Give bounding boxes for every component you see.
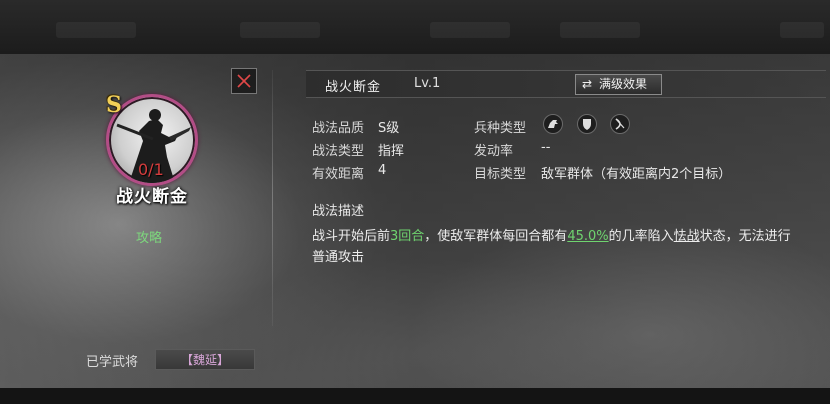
- shield-icon[interactable]: [577, 114, 597, 134]
- grade-badge: S: [106, 92, 122, 118]
- skill-level: Lv.1: [414, 76, 441, 91]
- panel-divider: [272, 70, 273, 326]
- top-nav-bar: [0, 0, 830, 54]
- description-text-2: ，使敌军群体每回合都有: [424, 229, 568, 244]
- target-type-label: 目标类型: [474, 167, 527, 182]
- range-value: 4: [378, 163, 387, 178]
- top-tab-1[interactable]: [56, 22, 136, 38]
- learned-generals-label: 已学武将: [86, 355, 139, 370]
- trigger-rate-label: 发动率: [474, 144, 514, 159]
- swap-arrows-icon: ⇄: [582, 77, 593, 91]
- description-rounds: 3回合: [390, 229, 425, 244]
- skill-description: 战斗开始后前3回合，使敌军群体每回合都有45.0%的几率陷入怯战状态，无法进行普…: [312, 226, 802, 268]
- type-label: 战法类型: [312, 144, 365, 159]
- max-level-effect-button[interactable]: ⇄ 满级效果: [575, 74, 662, 95]
- top-tab-5[interactable]: [780, 22, 824, 38]
- quality-label: 战法品质: [312, 121, 365, 136]
- description-status[interactable]: 怯战: [674, 229, 700, 244]
- top-tab-2[interactable]: [240, 22, 320, 38]
- type-value: 指挥: [378, 144, 405, 159]
- description-title: 战法描述: [312, 204, 365, 219]
- learned-general-name[interactable]: 【魏延】: [165, 351, 245, 368]
- skill-header-strip: [306, 70, 826, 98]
- close-icon: [237, 74, 251, 88]
- top-tab-3[interactable]: [430, 22, 510, 38]
- quality-value: S级: [378, 121, 400, 136]
- range-label: 有效距离: [312, 167, 365, 182]
- bow-icon[interactable]: [610, 114, 630, 134]
- trigger-rate-value: --: [541, 140, 551, 155]
- target-type-value: 敌军群体（有效距离内2个目标）: [541, 167, 732, 182]
- bottom-bar: [0, 388, 830, 404]
- description-text-3: 的几率陷入: [608, 229, 674, 244]
- close-button[interactable]: [231, 68, 257, 94]
- skill-level-count: 0/1: [138, 160, 164, 179]
- description-text-1: 战斗开始后前: [312, 229, 391, 244]
- troop-type-label: 兵种类型: [474, 121, 527, 136]
- top-tab-4[interactable]: [560, 22, 640, 38]
- guide-link[interactable]: 攻略: [136, 227, 162, 246]
- skill-name-label: 战火断金: [116, 187, 188, 207]
- cavalry-icon[interactable]: [543, 114, 563, 134]
- skill-title: 战火断金: [325, 80, 382, 95]
- max-level-effect-label: 满级效果: [599, 77, 648, 91]
- description-rate[interactable]: 45.0%: [567, 229, 608, 244]
